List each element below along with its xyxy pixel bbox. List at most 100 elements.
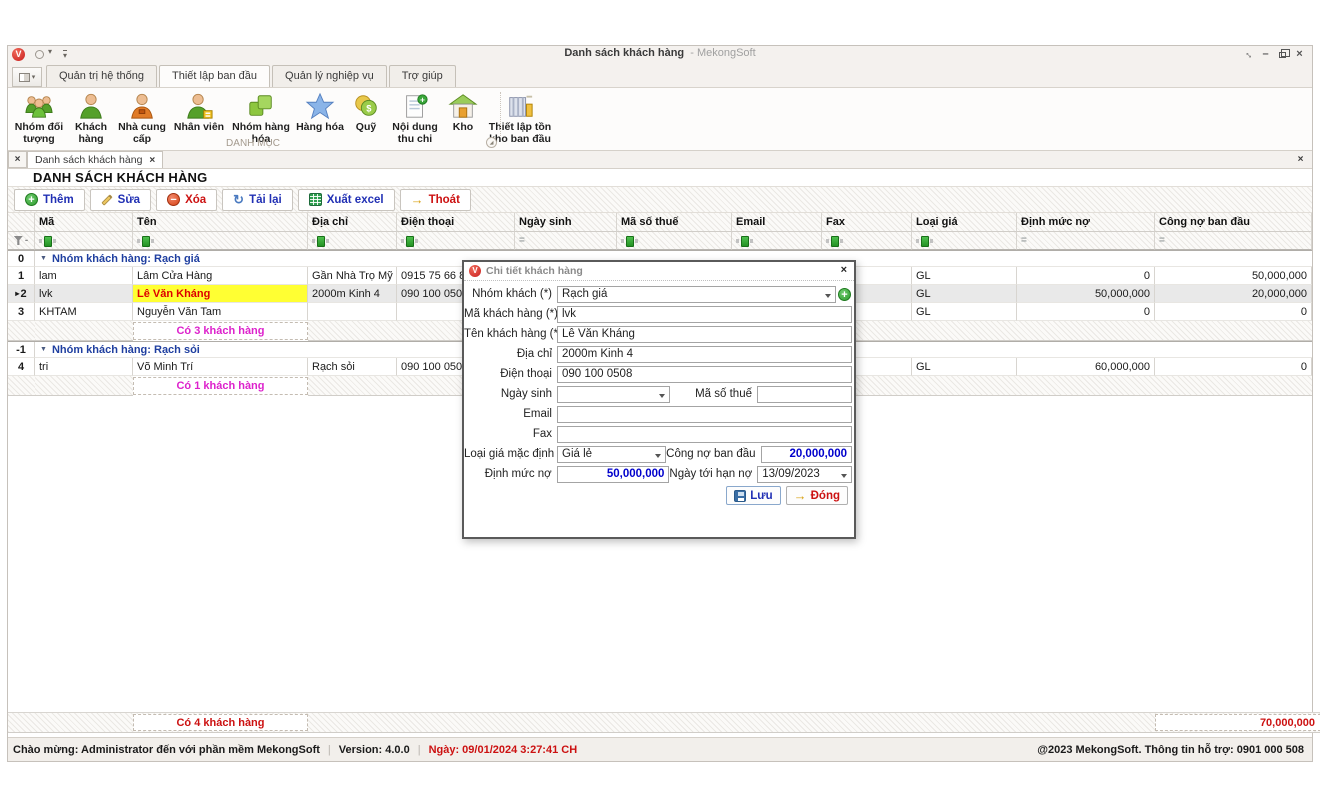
close-button[interactable]: × <box>1291 46 1308 62</box>
header-cong-no[interactable]: Công nợ ban đầu <box>1155 213 1312 232</box>
header-loai-gia[interactable]: Loại giá <box>912 213 1017 232</box>
edit-button-label: Sửa <box>118 194 140 206</box>
dialog-close-button-bottom[interactable]: → Đóng <box>786 486 848 505</box>
add-group-icon[interactable]: + <box>838 288 851 301</box>
ten-khach-hang-input[interactable]: Lê Văn Kháng <box>557 326 852 343</box>
filter-email[interactable] <box>732 232 822 250</box>
collapse-triangle-icon[interactable]: ▼ <box>40 346 47 353</box>
edit-button[interactable]: Sửa <box>90 189 151 211</box>
grid-grand-footer: Có 4 khách hàng 70,000,000 <box>8 712 1320 733</box>
dien-thoai-input[interactable]: 090 100 0508 <box>557 366 852 383</box>
ribbon-tab-row: ▾ Quản trị hệ thống Thiết lập ban đầu Qu… <box>8 63 1312 87</box>
header-dien-thoai[interactable]: Điện thoại <box>397 213 515 232</box>
ma-khach-hang-input[interactable]: lvk <box>557 306 852 323</box>
separator: | <box>418 744 421 756</box>
plus-icon: + <box>25 193 38 206</box>
reload-button[interactable]: ↻ Tải lại <box>222 189 293 211</box>
add-button[interactable]: + Thêm <box>14 189 85 211</box>
product-group-icon <box>246 91 276 121</box>
fullscreen-button[interactable]: ↔ <box>1240 46 1257 62</box>
dinh-muc-no-input[interactable]: 50,000,000 <box>557 466 670 483</box>
save-button[interactable]: Lưu <box>726 486 780 505</box>
header-ten[interactable]: Tên <box>133 213 308 232</box>
dialog-titlebar[interactable]: V Chi tiết khách hàng × <box>464 262 854 281</box>
filter-ten[interactable] <box>133 232 308 250</box>
minimize-button[interactable]: – <box>1257 46 1274 62</box>
cell-dinh-muc-no: 0 <box>1017 303 1155 321</box>
fax-input[interactable] <box>557 426 852 443</box>
header-ma-so-thue[interactable]: Mã số thuế <box>617 213 732 232</box>
field-label: Loại giá mặc định <box>464 448 557 460</box>
field-label: Email <box>464 408 557 420</box>
row-number: ▸2 <box>8 285 35 303</box>
cell-ma: lam <box>35 267 133 285</box>
header-ma[interactable]: Mã <box>35 213 133 232</box>
receipt-icon: + <box>400 91 430 121</box>
action-toolbar: + Thêm Sửa − Xóa ↻ Tải lại Xuất excel → <box>8 186 1312 213</box>
filter-indicator[interactable]: - <box>8 232 35 250</box>
loai-gia-combo[interactable]: Giá lẻ <box>557 446 666 463</box>
ribbon-item-quy[interactable]: $ Quỹ <box>348 90 384 134</box>
combo-value: Giá lẻ <box>562 448 592 460</box>
tab-quan-tri-he-thong[interactable]: Quản trị hệ thống <box>46 65 157 87</box>
header-fax[interactable]: Fax <box>822 213 912 232</box>
filter-dinh-muc-no[interactable]: = <box>1017 232 1155 250</box>
ma-so-thue-input[interactable] <box>757 386 852 403</box>
header-email[interactable]: Email <box>732 213 822 232</box>
ngay-toi-han-combo[interactable]: 13/09/2023 <box>757 466 852 483</box>
floppy-save-icon <box>734 490 746 502</box>
tab-tro-giup[interactable]: Trợ giúp <box>389 65 456 87</box>
text-filter-icon <box>312 236 329 246</box>
grid-filter-row: - = = = <box>8 232 1312 250</box>
email-input[interactable] <box>557 406 852 423</box>
filter-ngay-sinh[interactable]: = <box>515 232 617 250</box>
document-tab-close-icon[interactable]: × <box>149 155 155 166</box>
cong-no-ban-dau-input[interactable]: 20,000,000 <box>761 446 852 463</box>
filter-fax[interactable] <box>822 232 912 250</box>
tab-thiet-lap-ban-dau[interactable]: Thiết lập ban đầu <box>159 65 270 87</box>
nhom-khach-combo[interactable]: Rạch giá <box>557 286 836 303</box>
dialog-close-button[interactable]: × <box>841 264 847 276</box>
filter-dia-chi[interactable] <box>308 232 397 250</box>
ribbon-item-nhan-vien[interactable]: Nhân viên <box>170 90 228 134</box>
filter-cong-no[interactable]: = <box>1155 232 1312 250</box>
tab-quan-ly-nghiep-vu[interactable]: Quản lý nghiệp vụ <box>272 65 387 87</box>
exit-button[interactable]: → Thoát <box>400 189 471 211</box>
ngay-sinh-combo[interactable] <box>557 386 670 403</box>
row-marker-icon: ▸ <box>15 289 19 298</box>
ribbon-collapse-icon[interactable]: ◢ <box>486 137 497 148</box>
header-ngay-sinh[interactable]: Ngày sinh <box>515 213 617 232</box>
collapse-triangle-icon[interactable]: ▼ <box>40 255 47 262</box>
export-excel-button[interactable]: Xuất excel <box>298 189 395 211</box>
header-dia-chi[interactable]: Địa chỉ <box>308 213 397 232</box>
filter-ma-so-thue[interactable] <box>617 232 732 250</box>
cell-ten: Lâm Cửa Hàng <box>133 267 308 285</box>
filter-dien-thoai[interactable] <box>397 232 515 250</box>
dia-chi-input[interactable]: 2000m Kinh 4 <box>557 346 852 363</box>
ribbon-menu-button[interactable]: ▾ <box>12 67 42 87</box>
filter-loai-gia[interactable] <box>912 232 1017 250</box>
restore-button[interactable] <box>1274 46 1291 62</box>
cell-ma: lvk <box>35 285 133 303</box>
total-amount-badge: 70,000,000 <box>1155 714 1320 731</box>
cell-dia-chi: 2000m Kinh 4 <box>308 285 397 303</box>
cell-loai-gia: GL <box>912 303 1017 321</box>
header-dinh-muc-no[interactable]: Định mức nợ <box>1017 213 1155 232</box>
cell-cong-no: 50,000,000 <box>1155 267 1312 285</box>
ribbon-item-kho[interactable]: Kho <box>446 90 480 134</box>
ribbon-group-separator <box>500 92 501 136</box>
ribbon-group-label: DANH MỤC <box>8 138 498 149</box>
ribbon-item-hang-hoa[interactable]: Hàng hóa <box>294 90 346 134</box>
cell-dia-chi: Rạch sỏi <box>308 358 397 376</box>
text-filter-icon <box>826 236 843 246</box>
funnel-icon <box>14 236 23 245</box>
spacer <box>35 376 133 396</box>
tabstrip-close-button[interactable]: × <box>8 151 27 168</box>
panel-close-button[interactable]: × <box>1291 152 1310 169</box>
field-label: Nhóm khách (*) <box>464 288 557 300</box>
page-title: DANH SÁCH KHÁCH HÀNG <box>8 169 1312 186</box>
filter-ma[interactable] <box>35 232 133 250</box>
window-title-main: Danh sách khách hàng <box>564 47 684 59</box>
delete-button[interactable]: − Xóa <box>156 189 217 211</box>
document-tab[interactable]: Danh sách khách hàng × <box>27 151 163 168</box>
